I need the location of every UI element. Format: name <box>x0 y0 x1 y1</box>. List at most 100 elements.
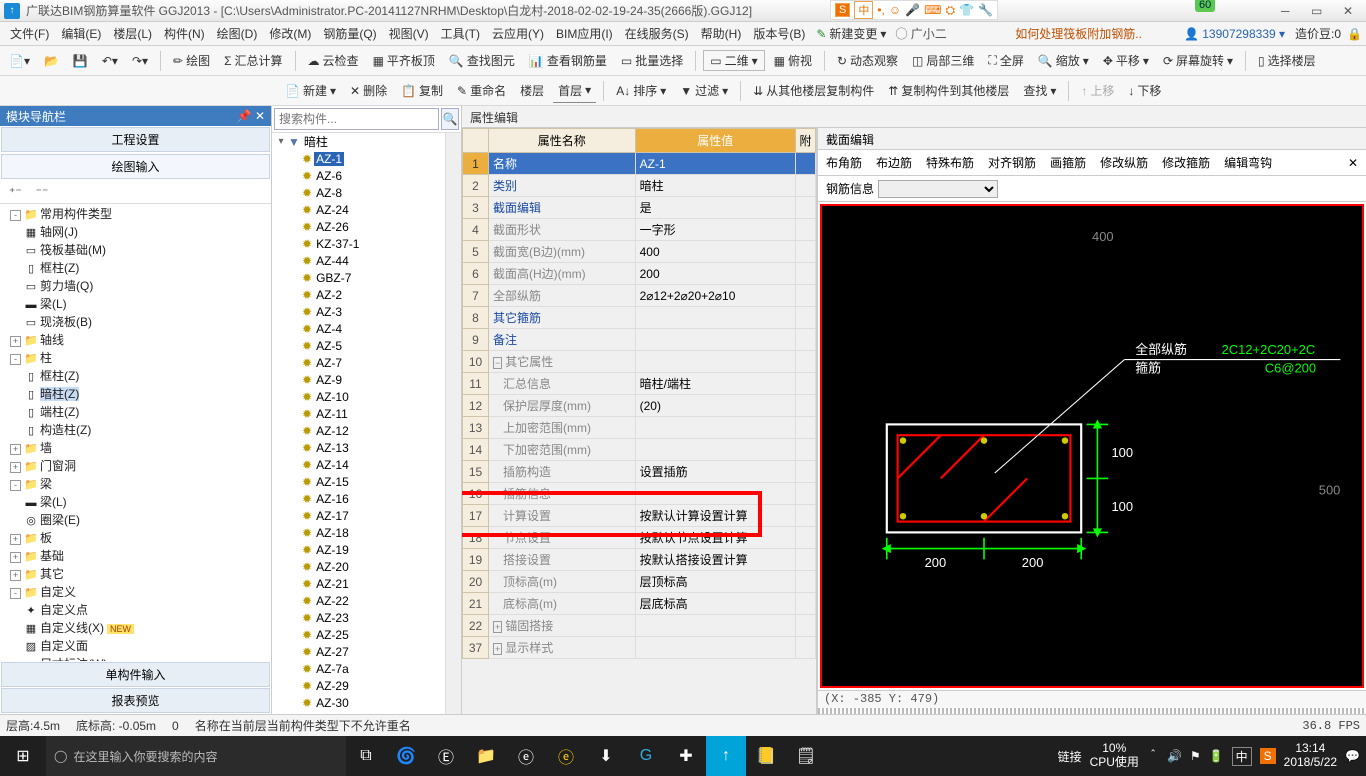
tray-clock[interactable]: 13:142018/5/22 <box>1284 742 1337 770</box>
list-item[interactable]: ✹AZ-12 <box>272 422 445 439</box>
copy-to-floor-button[interactable]: ⇈ 复制构件到其他楼层 <box>883 79 1014 102</box>
find-elem-button[interactable]: 🔍 查找图元 <box>444 49 520 72</box>
sum-button[interactable]: Σ 汇总计算 <box>219 49 287 72</box>
component-list[interactable]: ▾▼暗柱✹AZ-1✹AZ-6✹AZ-8✹AZ-24✹AZ-26✹KZ-37-1✹… <box>272 132 461 714</box>
component-tree[interactable]: -📁常用构件类型▦轴网(J)▭筏板基础(M)▯框柱(Z)▭剪力墙(Q)▬梁(L)… <box>0 204 271 661</box>
tree-node[interactable]: ▯端柱(Z) <box>24 404 271 422</box>
batch-select-button[interactable]: ▭ 批量选择 <box>616 49 688 72</box>
taskbar-app[interactable]: 🗒 <box>786 736 826 776</box>
tree-node[interactable]: ▭现浇板(B) <box>24 314 271 332</box>
tree-node[interactable]: ▬梁(L) <box>24 494 271 512</box>
list-item[interactable]: ✹AZ-44 <box>272 252 445 269</box>
tree-node[interactable]: ▨自定义面 <box>24 638 271 656</box>
property-row[interactable]: 16 插筋信息 <box>463 483 816 505</box>
section-canvas[interactable]: 400 500 <box>820 204 1364 688</box>
move-down-button[interactable]: ↓ 下移 <box>1123 79 1166 102</box>
tree-node[interactable]: ▦轴网(J) <box>24 224 271 242</box>
tree-node[interactable]: +📁其它 <box>10 566 271 584</box>
property-row[interactable]: 11 汇总信息暗柱/端柱 <box>463 373 816 395</box>
property-row[interactable]: 8其它箍筋 <box>463 307 816 329</box>
ime-brand[interactable]: S <box>835 3 850 17</box>
tree-node[interactable]: ▭筏板基础(M) <box>24 242 271 260</box>
menu-item[interactable]: 文件(F) <box>4 24 55 44</box>
taskbar-app[interactable]: 🌀 <box>386 736 426 776</box>
menu-item[interactable]: 云应用(Y) <box>486 24 550 44</box>
tree-node[interactable]: ▯框柱(Z) <box>24 260 271 278</box>
nav-draw-input[interactable]: 绘图输入 <box>1 154 270 179</box>
property-row[interactable]: 18 节点设置按默认节点设置计算 <box>463 527 816 549</box>
property-row[interactable]: 7全部纵筋2⌀12+2⌀20+2⌀10 <box>463 285 816 307</box>
tray-link-label[interactable]: 链接 <box>1058 748 1082 765</box>
list-item[interactable]: ✹AZ-19 <box>272 541 445 558</box>
orbit-button[interactable]: ↻ 动态观察 <box>832 49 903 72</box>
component-scrollbar[interactable] <box>445 133 461 714</box>
ime-item[interactable]: 🔧 <box>978 3 993 17</box>
menu-item[interactable]: 构件(N) <box>158 24 211 44</box>
tray-notifications[interactable]: 💬 <box>1345 749 1360 763</box>
taskbar-app[interactable]: ✚ <box>666 736 706 776</box>
save-button[interactable]: 💾 <box>68 51 93 71</box>
property-row[interactable]: 22+锚固搭接 <box>463 615 816 637</box>
new-file-button[interactable]: 📄▾ <box>4 51 35 71</box>
section-resize-handle[interactable] <box>818 708 1366 714</box>
list-item[interactable]: ✹AZ-5 <box>272 337 445 354</box>
list-item[interactable]: ✹AZ-9 <box>272 371 445 388</box>
tree-node[interactable]: -📁梁 <box>10 476 271 494</box>
property-row[interactable]: 15 插筋构造设置插筋 <box>463 461 816 483</box>
list-item[interactable]: ✹AZ-30 <box>272 694 445 711</box>
property-row[interactable]: 6截面高(H边)(mm)200 <box>463 263 816 285</box>
tray-ime-brand[interactable]: S <box>1260 748 1276 764</box>
section-tab[interactable]: 编辑弯钩 <box>1222 151 1274 174</box>
pan-button[interactable]: ✥ 平移 ▾ <box>1098 49 1154 72</box>
pin-icon[interactable]: 📌 <box>237 109 252 123</box>
taskbar-app[interactable]: ⓔ <box>506 736 546 776</box>
list-item[interactable]: ✹AZ-20 <box>272 558 445 575</box>
tree-node[interactable]: ▬梁(L) <box>24 296 271 314</box>
tray-ime[interactable]: 中 <box>1232 747 1252 766</box>
tree-node[interactable]: +📁墙 <box>10 440 271 458</box>
menu-item[interactable]: 在线服务(S) <box>619 24 695 44</box>
list-item[interactable]: ✹AZ-2 <box>272 286 445 303</box>
tree-node[interactable]: ▯暗柱(Z) <box>24 386 271 404</box>
fullscreen-button[interactable]: ⛶ 全屏 <box>983 49 1028 72</box>
list-item[interactable]: ✹AZ-22 <box>272 592 445 609</box>
ime-item[interactable]: 🎤 <box>905 3 920 17</box>
menu-item[interactable]: 修改(M) <box>263 24 317 44</box>
minimize-button[interactable]: ─ <box>1271 4 1299 18</box>
property-row[interactable]: 20 顶标高(m)层顶标高 <box>463 571 816 593</box>
menu-item[interactable]: 工具(T) <box>435 24 486 44</box>
list-item[interactable]: ✹AZ-15 <box>272 473 445 490</box>
top-view-button[interactable]: ▦ 俯视 <box>769 49 817 72</box>
menu-item[interactable]: 帮助(H) <box>695 24 748 44</box>
property-row[interactable]: 12 保护层厚度(mm)(20) <box>463 395 816 417</box>
list-item[interactable]: ✹AZ-13 <box>272 439 445 456</box>
menu-item[interactable]: 钢筋量(Q) <box>317 24 382 44</box>
taskbar-app[interactable]: 📁 <box>466 736 506 776</box>
tree-node[interactable]: -📁自定义 <box>10 584 271 602</box>
menu-item[interactable]: 版本号(B) <box>747 24 811 44</box>
nav-report-preview[interactable]: 报表预览 <box>1 688 270 713</box>
taskbar-app[interactable]: 📒 <box>746 736 786 776</box>
ime-item[interactable]: 👕 <box>959 3 974 17</box>
ime-item[interactable]: ⛭ <box>945 3 955 18</box>
tree-node[interactable]: +📁轴线 <box>10 332 271 350</box>
menu-item[interactable]: BIM应用(I) <box>550 24 619 44</box>
news-link[interactable]: 如何处理筏板附加钢筋.. <box>1007 25 1150 42</box>
list-item[interactable]: ✹AZ-1 <box>272 150 445 167</box>
property-row[interactable]: 10−其它属性 <box>463 351 816 373</box>
select-floor-button[interactable]: ▯ 选择楼层 <box>1253 49 1321 72</box>
tree-node[interactable]: ▭剪力墙(Q) <box>24 278 271 296</box>
ime-item[interactable]: •, <box>877 3 885 17</box>
menu-item[interactable]: 楼层(L) <box>107 24 158 44</box>
section-tab[interactable]: 特殊布筋 <box>924 151 976 174</box>
tree-node[interactable]: -📁柱 <box>10 350 271 368</box>
taskbar-app[interactable]: G <box>626 736 666 776</box>
menu-item[interactable]: 编辑(E) <box>55 24 107 44</box>
tray-icon[interactable]: ⚑ <box>1190 749 1201 763</box>
list-item[interactable]: ✹AZ-17 <box>272 507 445 524</box>
tree-node[interactable]: ▯构造柱(Z) <box>24 422 271 440</box>
list-item[interactable]: ✹AZ-7 <box>272 354 445 371</box>
list-item[interactable]: ✹AZ-8 <box>272 184 445 201</box>
local-3d-button[interactable]: ◫ 局部三维 <box>907 49 979 72</box>
sort-button[interactable]: A↓ 排序 ▾ <box>611 79 671 102</box>
